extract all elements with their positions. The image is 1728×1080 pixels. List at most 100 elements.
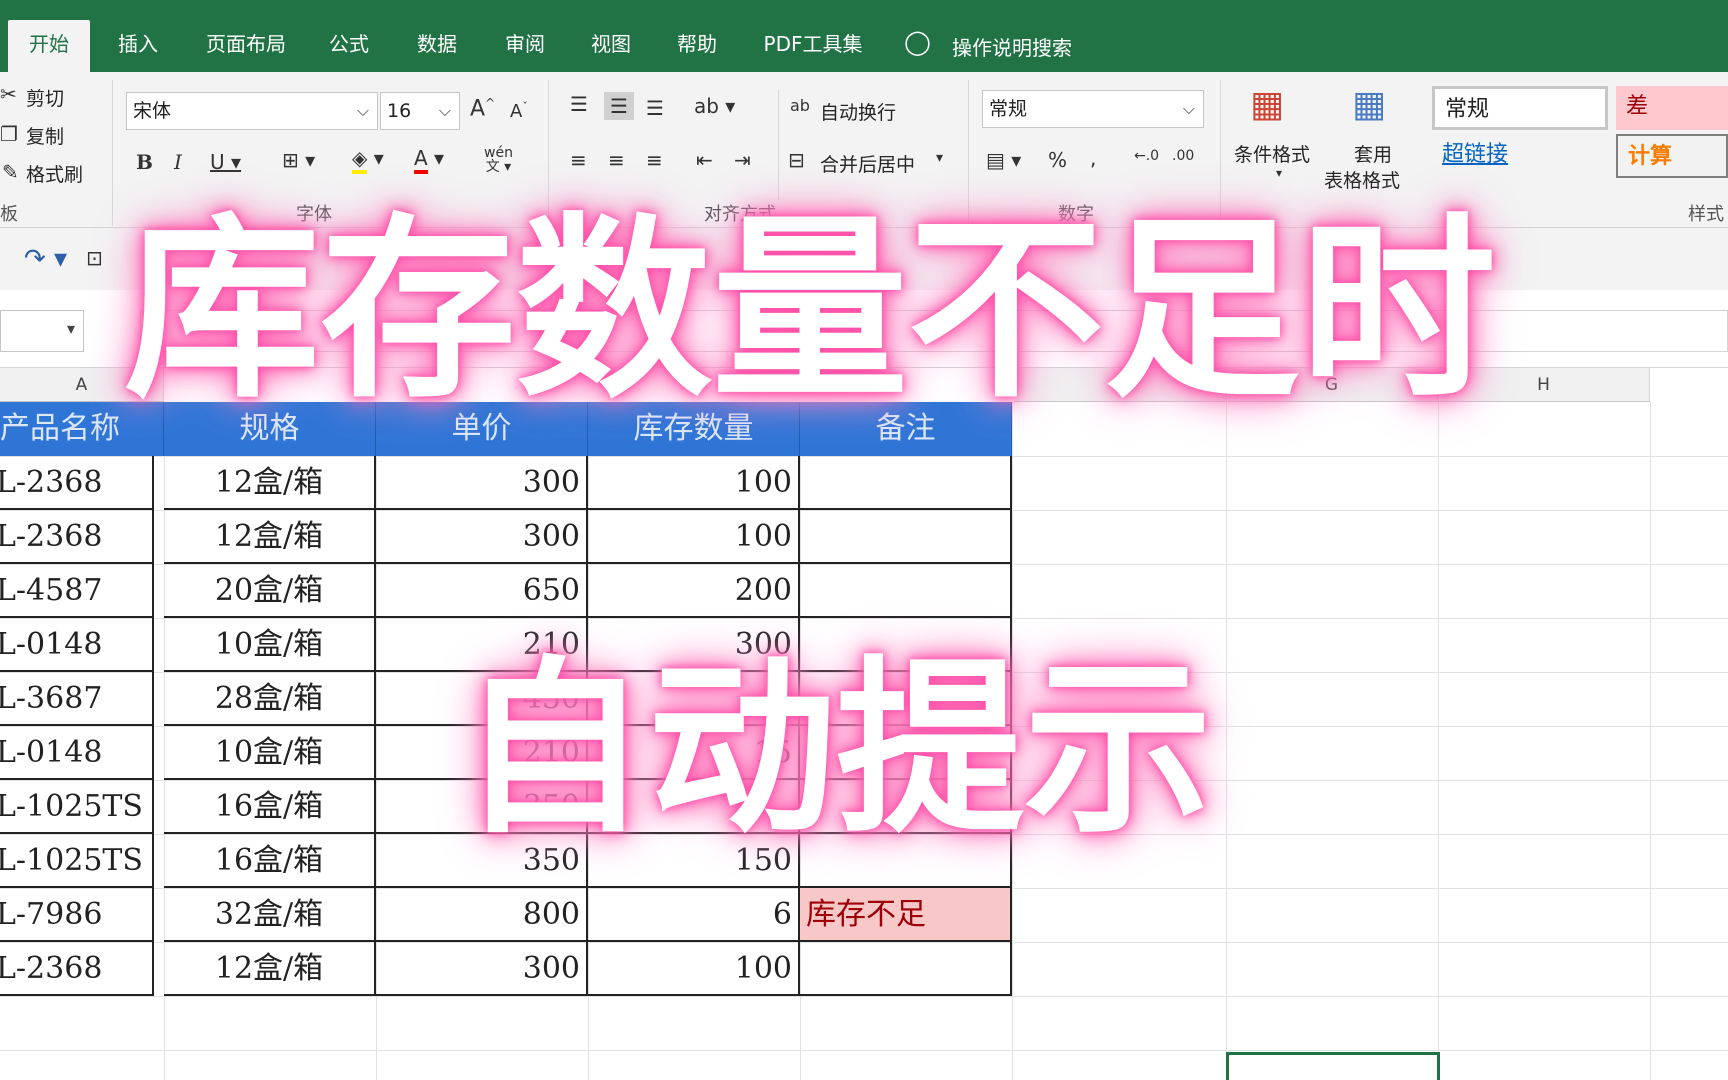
table-cell[interactable]: 16盒/箱 — [164, 780, 376, 834]
table-cell[interactable] — [800, 942, 1012, 996]
format-painter-icon: ✎ — [2, 160, 19, 184]
table-cell[interactable]: 650 — [376, 564, 588, 618]
decrease-indent-icon[interactable]: ⇤ — [696, 148, 713, 172]
styles-group-label: 样式 — [1688, 204, 1724, 225]
table-cell[interactable]: 库存不足 — [800, 888, 1012, 942]
overlay-title: 库存数量不足时 — [124, 197, 1497, 425]
table-cell[interactable]: L-0148 — [0, 726, 154, 780]
conditional-format-icon: ▦ — [1250, 84, 1285, 125]
format-as-table-button-2[interactable]: 表格格式 — [1324, 166, 1400, 193]
overlay-subtitle: 自动提示 — [460, 640, 1212, 859]
table-cell[interactable]: L-1025TS — [0, 780, 154, 834]
table-cell[interactable] — [800, 510, 1012, 564]
percent-icon[interactable]: % — [1048, 148, 1067, 172]
name-box[interactable]: ▾ — [0, 310, 84, 352]
format-painter-button[interactable]: 格式刷 — [26, 160, 83, 187]
table-cell[interactable]: L-7986 — [0, 888, 154, 942]
italic-icon[interactable]: I — [174, 150, 182, 174]
align-left-icon[interactable]: ≡ — [570, 148, 587, 172]
table-cell[interactable]: 100 — [588, 510, 800, 564]
number-format-select[interactable]: 常规 ⌵ — [982, 90, 1204, 128]
align-right-icon[interactable]: ≡ — [646, 148, 663, 172]
table-cell[interactable]: 12盒/箱 — [164, 510, 376, 564]
increase-decimal-icon[interactable]: ←.0 — [1134, 148, 1159, 164]
tab-5[interactable]: 审阅 — [498, 20, 552, 72]
table-cell[interactable]: 12盒/箱 — [164, 942, 376, 996]
table-cell[interactable]: 28盒/箱 — [164, 672, 376, 726]
phonetic-icon[interactable]: wén 文 ▾ — [484, 146, 513, 174]
table-cell[interactable]: 32盒/箱 — [164, 888, 376, 942]
table-cell[interactable]: L-2368 — [0, 456, 154, 510]
tab-1[interactable]: 插入 — [108, 20, 168, 72]
table-cell[interactable]: L-2368 — [0, 510, 154, 564]
style-calculation[interactable]: 计算 — [1616, 134, 1728, 178]
chevron-down-icon: ⌵ — [356, 101, 369, 120]
chevron-down-icon[interactable]: ▾ — [936, 150, 943, 166]
merge-center-button[interactable]: 合并后居中 — [820, 150, 915, 177]
style-bad[interactable]: 差 — [1616, 86, 1728, 130]
accounting-icon[interactable]: ▤ ▾ — [986, 148, 1021, 172]
table-cell[interactable] — [800, 564, 1012, 618]
table-cell[interactable] — [800, 456, 1012, 510]
borders-icon[interactable]: ⊞ ▾ — [282, 148, 315, 172]
tab-6[interactable]: 视图 — [584, 20, 638, 72]
table-cell[interactable]: 10盒/箱 — [164, 726, 376, 780]
font-name-select[interactable]: 宋体 ⌵ — [126, 92, 378, 130]
align-bottom-icon[interactable]: ☰ — [646, 96, 664, 120]
increase-font-icon[interactable]: A^ — [470, 96, 495, 121]
table-cell[interactable]: 300 — [376, 510, 588, 564]
selected-cell[interactable] — [1226, 1052, 1440, 1080]
tab-0[interactable]: 开始 — [8, 20, 90, 72]
tab-8[interactable]: PDF工具集 — [758, 20, 868, 72]
style-hyperlink[interactable]: 超链接 — [1432, 134, 1608, 178]
table-cell[interactable]: 800 — [376, 888, 588, 942]
decrease-decimal-icon[interactable]: .00 — [1172, 148, 1194, 164]
font-color-icon[interactable]: A ▾ — [414, 146, 444, 174]
bold-icon[interactable]: B — [136, 150, 153, 174]
fill-color-icon[interactable]: ◈ ▾ — [352, 146, 384, 174]
tab-2[interactable]: 页面布局 — [198, 20, 294, 72]
tab-7[interactable]: 帮助 — [670, 20, 724, 72]
align-middle-icon[interactable]: ☰ — [604, 92, 634, 120]
table-cell[interactable]: L-4587 — [0, 564, 154, 618]
table-cell[interactable]: 10盒/箱 — [164, 618, 376, 672]
tab-4[interactable]: 数据 — [410, 20, 464, 72]
tell-me-search[interactable]: 操作说明搜索 — [952, 32, 1072, 61]
number-format-value: 常规 — [989, 98, 1028, 120]
table-cell[interactable]: 300 — [376, 456, 588, 510]
style-normal[interactable]: 常规 — [1432, 86, 1608, 130]
conditional-format-button[interactable]: 条件格式 — [1234, 140, 1310, 167]
ribbon-separator — [112, 80, 113, 226]
align-top-icon[interactable]: ☰ — [570, 92, 588, 116]
chevron-down-icon: ⌵ — [438, 101, 451, 120]
comma-icon[interactable]: , — [1090, 146, 1096, 170]
table-cell[interactable]: 20盒/箱 — [164, 564, 376, 618]
font-size-select[interactable]: 16 ⌵ — [380, 92, 460, 130]
table-cell[interactable]: 100 — [588, 942, 800, 996]
table-cell[interactable]: L-1025TS — [0, 834, 154, 888]
table-cell[interactable]: L-3687 — [0, 672, 154, 726]
redo-icon[interactable]: ↷ ▾ — [24, 244, 67, 274]
table-cell[interactable]: 16盒/箱 — [164, 834, 376, 888]
clipboard-group-label: 板 — [0, 204, 18, 225]
underline-icon[interactable]: U ▾ — [210, 150, 241, 174]
cut-button[interactable]: 剪切 — [26, 84, 64, 111]
wrap-text-button[interactable]: 自动换行 — [820, 98, 896, 125]
table-cell[interactable]: 300 — [376, 942, 588, 996]
increase-indent-icon[interactable]: ⇥ — [734, 148, 751, 172]
copy-button[interactable]: 复制 — [26, 122, 64, 149]
gridline — [1226, 402, 1227, 1080]
format-as-table-button-1[interactable]: 套用 — [1354, 140, 1392, 167]
table-cell[interactable]: 6 — [588, 888, 800, 942]
decrease-font-icon[interactable]: Aˇ — [510, 100, 528, 122]
tab-3[interactable]: 公式 — [324, 20, 374, 72]
gridline — [0, 996, 1728, 997]
table-cell[interactable]: 200 — [588, 564, 800, 618]
form-icon[interactable]: ⊡ — [86, 246, 103, 270]
orientation-icon[interactable]: ab ▾ — [694, 94, 735, 118]
table-cell[interactable]: 100 — [588, 456, 800, 510]
table-cell[interactable]: L-0148 — [0, 618, 154, 672]
table-cell[interactable]: L-2368 — [0, 942, 154, 996]
table-cell[interactable]: 12盒/箱 — [164, 456, 376, 510]
align-center-icon[interactable]: ≡ — [608, 148, 625, 172]
